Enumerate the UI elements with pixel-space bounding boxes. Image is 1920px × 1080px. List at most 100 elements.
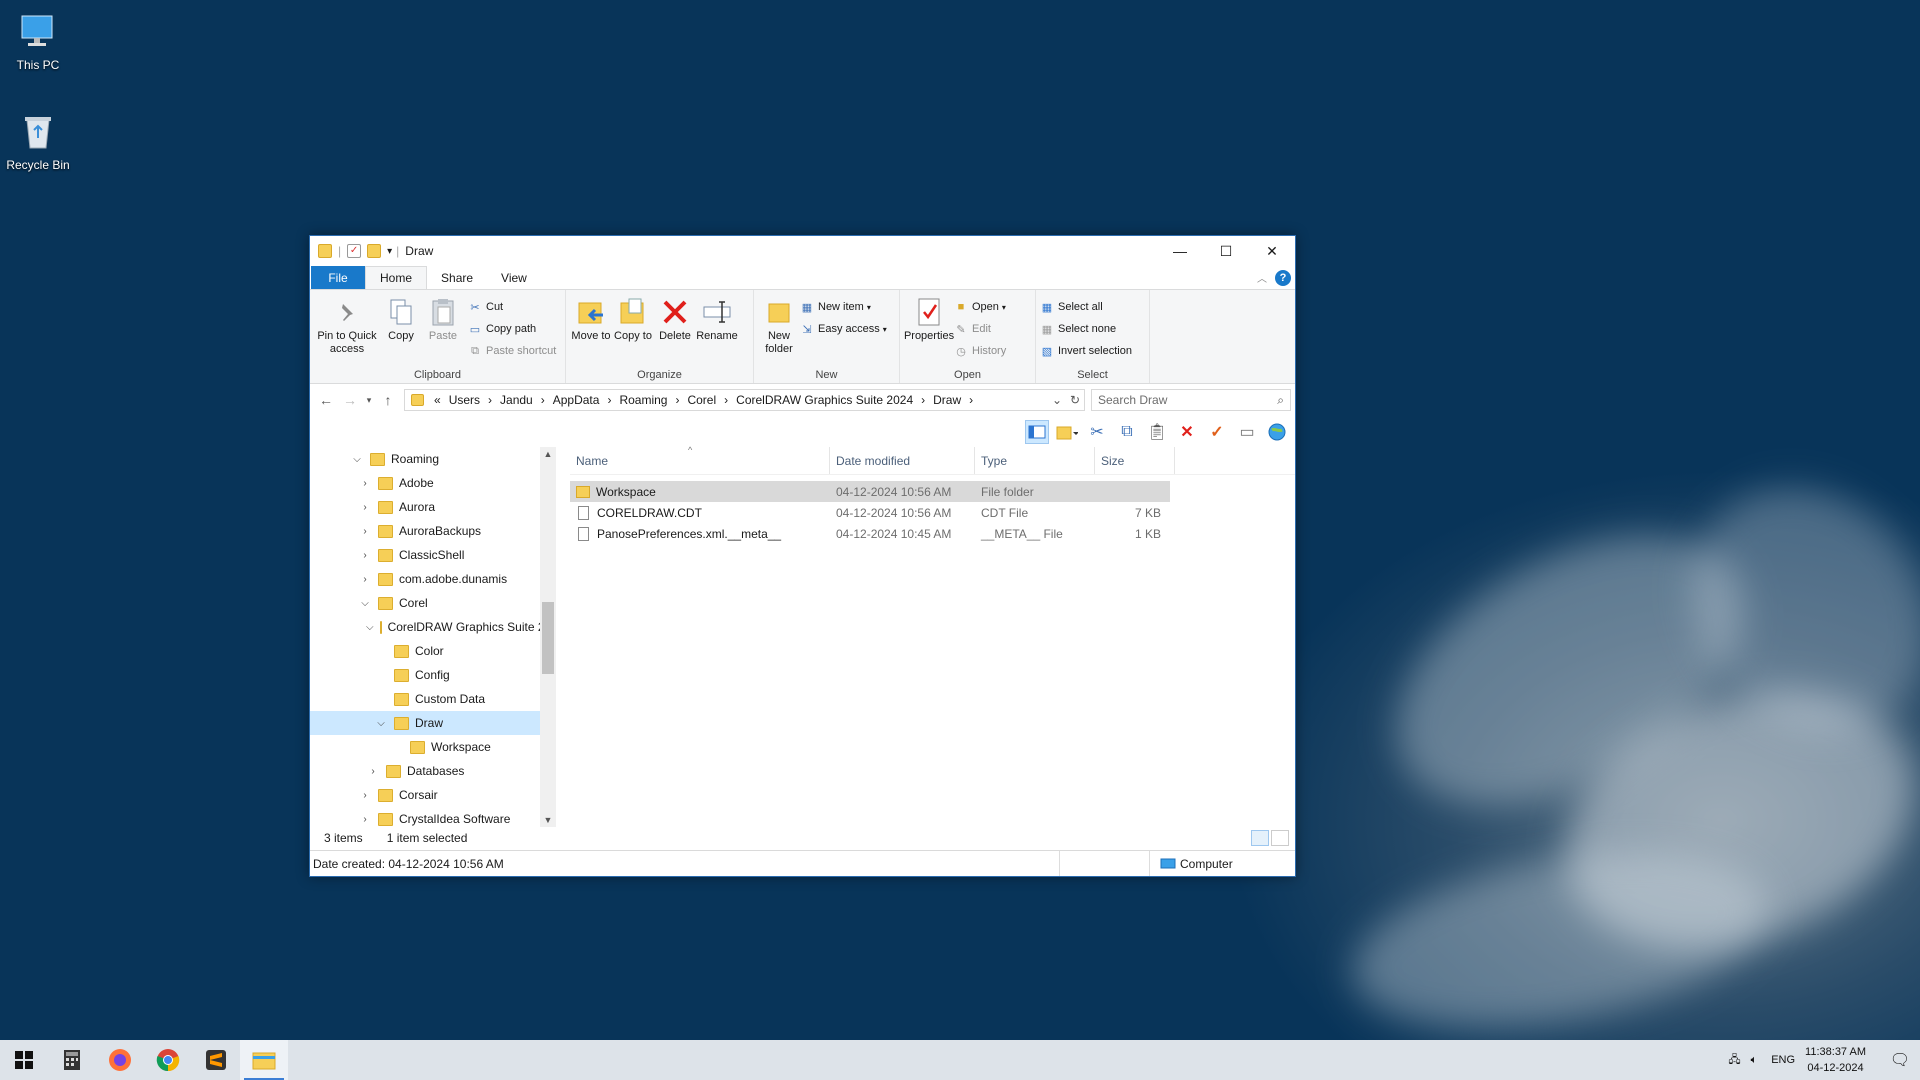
large-icons-view-icon[interactable] [1271, 830, 1289, 846]
desktop-icon-this-pc[interactable]: This PC [0, 10, 76, 72]
chevron-right-icon[interactable]: › [358, 502, 372, 513]
taskbar-sublime[interactable] [192, 1040, 240, 1080]
up-icon[interactable]: ↑ [376, 392, 400, 408]
edit-button[interactable]: ✎ Edit [954, 320, 1006, 338]
file-row[interactable]: Workspace 04-12-2024 10:56 AM File folde… [570, 481, 1170, 502]
rename-button[interactable]: Rename [696, 294, 738, 365]
tree-item-coreldraw-graphics-suite-2024[interactable]: ⌵CorelDRAW Graphics Suite 2024 [310, 615, 540, 639]
chevron-down-icon[interactable]: ⌵ [358, 598, 372, 609]
tree-item-adobe[interactable]: › Adobe [310, 471, 540, 495]
properties-check-icon[interactable]: ✓ [1205, 420, 1229, 444]
navigation-pane-icon[interactable] [1025, 420, 1049, 444]
file-row[interactable]: PanosePreferences.xml.__meta__ 04-12-202… [570, 523, 1170, 544]
taskbar-file-explorer[interactable] [240, 1040, 288, 1080]
desktop-icon-recycle-bin[interactable]: Recycle Bin [0, 110, 76, 172]
taskbar-chrome[interactable] [144, 1040, 192, 1080]
cut-button[interactable]: ✂ Cut [468, 298, 556, 316]
tree-item-config[interactable]: Config [310, 663, 540, 687]
new-folder-button[interactable]: New folder [758, 294, 800, 365]
copy-to-button[interactable]: Copy to [612, 294, 654, 365]
start-button[interactable] [0, 1040, 48, 1080]
customize-qat-icon[interactable]: ▾ [387, 246, 392, 257]
tree-item-roaming[interactable]: ⌵ Roaming [310, 447, 540, 471]
details-view-icon[interactable] [1251, 830, 1269, 846]
paste-shortcut-button[interactable]: ⧉ Paste shortcut [468, 342, 556, 360]
breadcrumb-coreldraw[interactable]: CorelDRAW Graphics Suite 2024 [736, 393, 913, 407]
copy-path-button[interactable]: ▭ Copy path [468, 320, 556, 338]
tree-item-workspace[interactable]: Workspace [310, 735, 540, 759]
tree-item-custom-data[interactable]: Custom Data [310, 687, 540, 711]
taskbar-firefox[interactable] [96, 1040, 144, 1080]
refresh-icon[interactable]: ↻ [1070, 393, 1080, 407]
open-button[interactable]: ■ Open ▾ [954, 298, 1006, 316]
tab-share[interactable]: Share [427, 266, 487, 289]
breadcrumb-corel[interactable]: Corel [687, 393, 716, 407]
scroll-down-icon[interactable]: ▼ [540, 815, 556, 825]
tree-item-color[interactable]: Color [310, 639, 540, 663]
chevron-down-icon[interactable]: ⌵ [374, 718, 388, 729]
back-icon[interactable]: ← [314, 392, 338, 408]
cut-icon[interactable]: ✂ [1085, 420, 1109, 444]
scroll-up-icon[interactable]: ▲ [540, 449, 556, 459]
tree-item-databases[interactable]: › Databases [310, 759, 540, 783]
tree-item-draw[interactable]: ⌵ Draw [310, 711, 540, 735]
chevron-right-icon[interactable]: › [358, 478, 372, 489]
tree-item-aurorabackups[interactable]: › AuroraBackups [310, 519, 540, 543]
tab-file[interactable]: File [311, 266, 365, 289]
chevron-right-icon[interactable]: › [358, 574, 372, 585]
address-dropdown-icon[interactable]: ⌄ [1052, 393, 1062, 407]
network-icon[interactable]: 🖧︎ [1728, 1051, 1740, 1070]
tree-item-classicshell[interactable]: › ClassicShell [310, 543, 540, 567]
chevron-right-icon[interactable]: › [366, 766, 380, 777]
file-row[interactable]: CORELDRAW.CDT 04-12-2024 10:56 AM CDT Fi… [570, 502, 1170, 523]
tab-home[interactable]: Home [365, 266, 428, 289]
delete-button[interactable]: Delete [654, 294, 696, 365]
chevron-right-icon[interactable]: › [358, 790, 372, 801]
breadcrumb-jandu[interactable]: Jandu [500, 393, 533, 407]
tree-item-aurora[interactable]: › Aurora [310, 495, 540, 519]
breadcrumb-overflow[interactable]: « [434, 393, 441, 407]
delete-icon[interactable]: ✕ [1175, 420, 1199, 444]
chevron-right-icon[interactable]: › [358, 550, 372, 561]
copy-icon[interactable]: ⧉ [1115, 420, 1139, 444]
tree-item-corel[interactable]: ⌵ Corel [310, 591, 540, 615]
share-globe-icon[interactable] [1265, 420, 1289, 444]
language-indicator[interactable]: ENG [1771, 1054, 1795, 1066]
properties-button[interactable]: Properties [904, 294, 954, 365]
breadcrumb-appdata[interactable]: AppData [553, 393, 600, 407]
folder-dropdown-icon[interactable] [1055, 420, 1079, 444]
new-folder-icon[interactable] [367, 244, 382, 258]
column-date-modified[interactable]: Date modified [830, 447, 975, 474]
title-bar[interactable]: | ✓ ▾ | Draw — ☐ ✕ [310, 236, 1295, 266]
taskbar-calculator[interactable] [48, 1040, 96, 1080]
minimize-button[interactable]: — [1157, 236, 1203, 266]
select-none-button[interactable]: ▦ Select none [1040, 320, 1132, 338]
maximize-button[interactable]: ☐ [1203, 236, 1249, 266]
clock[interactable]: 11:38:37 AM 04-12-2024 [1805, 1044, 1866, 1076]
collapse-ribbon-icon[interactable]: ︿ [1257, 270, 1267, 285]
forward-icon[interactable]: → [338, 392, 362, 408]
properties-icon[interactable]: ✓ [347, 244, 362, 258]
close-button[interactable]: ✕ [1249, 236, 1295, 266]
tree-item-crystalidea-software[interactable]: › CrystalIdea Software [310, 807, 540, 827]
search-input[interactable]: Search Draw ⌕ [1091, 389, 1291, 411]
tab-view[interactable]: View [487, 266, 541, 289]
breadcrumb-users[interactable]: Users [449, 393, 480, 407]
rename-icon[interactable]: ▭ [1235, 420, 1259, 444]
tree-item-com-adobe-dunamis[interactable]: › com.adobe.dunamis [310, 567, 540, 591]
history-button[interactable]: ◷ History [954, 342, 1006, 360]
tree-scrollbar[interactable]: ▲ ▼ [540, 447, 556, 827]
paste-icon[interactable]: 📋︎ [1145, 420, 1169, 444]
volume-icon[interactable]: 🔈︎ [1751, 1054, 1758, 1067]
easy-access-button[interactable]: ⇲ Easy access ▾ [800, 320, 886, 338]
copy-button[interactable]: Copy [380, 294, 422, 365]
new-item-button[interactable]: ▦ New item ▾ [800, 298, 887, 316]
column-type[interactable]: Type [975, 447, 1095, 474]
column-size[interactable]: Size [1095, 447, 1175, 474]
chevron-right-icon[interactable]: › [358, 526, 372, 537]
breadcrumb-draw[interactable]: Draw [933, 393, 961, 407]
scroll-thumb[interactable] [542, 602, 554, 674]
pin-quick-access-button[interactable]: Pin to Quick access [314, 294, 380, 365]
help-icon[interactable]: ? [1275, 270, 1291, 286]
invert-selection-button[interactable]: ▧ Invert selection [1040, 342, 1132, 360]
